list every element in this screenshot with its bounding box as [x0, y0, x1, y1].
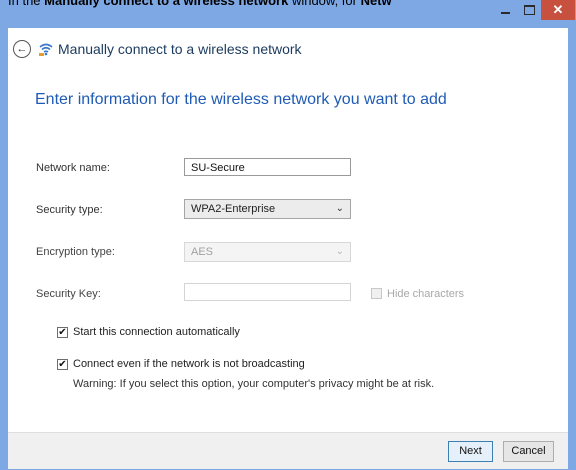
security-type-label: Security type:: [36, 204, 103, 216]
minimize-icon: [500, 12, 510, 14]
encryption-type-value: AES: [191, 246, 214, 258]
page-heading: Enter information for the wireless netwo…: [35, 91, 447, 108]
close-icon: ✕: [552, 2, 564, 17]
title-bar: In the Manually connect to a wireless ne…: [0, 0, 576, 28]
network-name-label: Network name:: [36, 162, 110, 174]
security-type-value: WPA2-Enterprise: [191, 203, 276, 215]
hide-characters-checkbox[interactable]: [371, 288, 382, 299]
maximize-icon: [523, 5, 535, 15]
privacy-warning: Warning: If you select this option, your…: [73, 378, 435, 390]
minimize-button[interactable]: [493, 0, 517, 20]
connect-hidden-label: Connect even if the network is not broad…: [73, 358, 305, 370]
encryption-type-select[interactable]: AES ⌄: [184, 242, 351, 262]
maximize-button[interactable]: [517, 0, 541, 20]
chevron-down-icon: ⌄: [335, 203, 344, 214]
security-key-input[interactable]: [184, 283, 351, 301]
wireless-network-icon: [39, 43, 53, 56]
window-title: Manually connect to a wireless network: [58, 41, 302, 57]
back-button[interactable]: ←: [13, 40, 31, 58]
hide-characters-label: Hide characters: [387, 288, 465, 300]
caption-text: In the Manually connect to a wireless ne…: [8, 0, 392, 8]
network-name-input[interactable]: SU-Secure: [184, 158, 351, 176]
dialog-client-area: ← Manually connect to a wireless network…: [8, 28, 568, 469]
back-arrow-icon: ←: [16, 42, 28, 55]
start-automatically-checkbox[interactable]: ✔: [57, 327, 68, 338]
close-button[interactable]: ✕: [541, 0, 575, 20]
form-content: Enter information for the wireless netwo…: [9, 72, 567, 432]
security-key-label: Security Key:: [36, 288, 101, 300]
button-bar: Next Cancel: [8, 432, 568, 469]
security-type-select[interactable]: WPA2-Enterprise ⌄: [184, 199, 351, 219]
cancel-button[interactable]: Cancel: [503, 441, 554, 462]
navigation-bar: ← Manually connect to a wireless network: [8, 28, 568, 72]
encryption-type-label: Encryption type:: [36, 246, 115, 258]
window-frame: In the Manually connect to a wireless ne…: [0, 0, 576, 470]
start-automatically-label: Start this connection automatically: [73, 326, 240, 338]
next-button[interactable]: Next: [448, 441, 493, 462]
chevron-down-icon: ⌄: [335, 246, 344, 257]
checkmark-icon: ✔: [58, 359, 67, 370]
connect-hidden-checkbox[interactable]: ✔: [57, 359, 68, 370]
checkmark-icon: ✔: [58, 327, 67, 338]
